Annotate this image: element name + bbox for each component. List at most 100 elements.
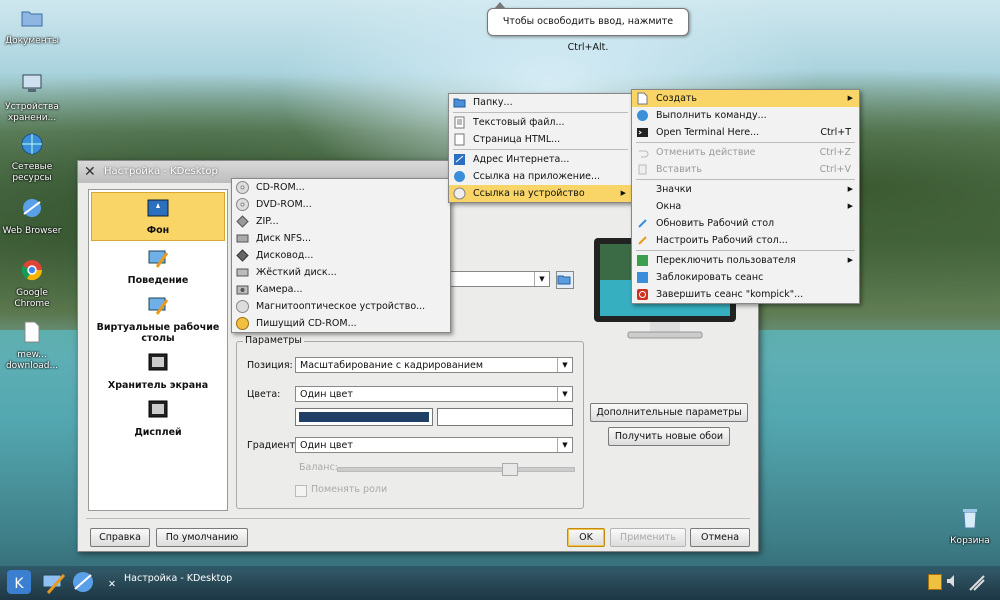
menu-item-label: Папку... <box>473 97 513 108</box>
cancel-button[interactable]: Отмена <box>690 528 750 547</box>
menu-separator <box>636 142 855 143</box>
menu-item-paste[interactable]: Вставить Ctrl+V <box>632 161 859 178</box>
menu-item-camera[interactable]: Камера... <box>232 281 450 298</box>
position-label: Позиция: <box>247 360 293 371</box>
menu-item-app-link[interactable]: Ссылка на приложение... <box>449 168 632 185</box>
browser-icon <box>23 199 41 217</box>
quick-launch-browser[interactable] <box>70 569 96 595</box>
apply-button[interactable]: Применить <box>610 528 686 547</box>
browse-folder-button[interactable] <box>556 271 574 289</box>
menu-item-label: Выполнить команду... <box>656 110 767 121</box>
terminal-icon <box>637 128 648 137</box>
desktop-icon-label: Устройства хранени... <box>5 102 59 123</box>
new-file-icon <box>637 92 648 105</box>
menu-item-icons[interactable]: Значки ▶ <box>632 181 859 198</box>
menu-item-label: Настроить Рабочий стол... <box>656 235 788 246</box>
menu-item-open-terminal[interactable]: Open Terminal Here... Ctrl+T <box>632 124 859 141</box>
desktop-icon-chrome[interactable]: Google Chrome <box>2 258 62 310</box>
menu-item-windows[interactable]: Окна ▶ <box>632 198 859 215</box>
get-new-wallpapers-button[interactable]: Получить новые обои <box>608 427 730 446</box>
balance-slider[interactable] <box>337 463 575 476</box>
cdrom-icon <box>236 181 249 194</box>
kde-window-icon[interactable]: ✕ <box>84 164 96 180</box>
menu-item-text-file[interactable]: Текстовый файл... <box>449 114 632 131</box>
ok-button[interactable]: OK <box>567 528 605 547</box>
swap-roles-checkbox[interactable] <box>295 485 307 497</box>
menu-item-mo[interactable]: Магнитооптическое устройство... <box>232 298 450 315</box>
menu-item-undo[interactable]: Отменить действие Ctrl+Z <box>632 144 859 161</box>
desktop-icon-web-browser[interactable]: Web Browser <box>2 196 62 237</box>
volume-icon[interactable] <box>946 574 958 588</box>
gradient-select-value: Один цвет <box>300 440 353 451</box>
category-behavior[interactable]: Поведение <box>89 243 227 290</box>
gradient-label: Градиент: <box>247 440 299 451</box>
position-select[interactable]: Масштабирование с кадрированием ▼ <box>295 357 573 373</box>
menu-item-create[interactable]: Создать ▶ <box>632 90 859 107</box>
desktop-icon-trash[interactable]: Корзина <box>940 506 1000 547</box>
button-bar-divider <box>86 518 750 519</box>
taskbar-task-kdesktop[interactable]: ✕ Настройка - KDesktop <box>108 568 232 590</box>
menu-item-floppy[interactable]: Дисковод... <box>232 247 450 264</box>
behavior-icon <box>148 250 169 268</box>
desktop-icon-file[interactable]: mew... download... <box>2 320 62 372</box>
menu-item-label: Ссылка на устройство <box>473 188 585 199</box>
category-background[interactable]: Фон <box>91 192 225 241</box>
menu-item-label: Диск NFS... <box>256 233 312 244</box>
computer-icon <box>22 74 42 92</box>
desktop-icon-network[interactable]: Сетевые ресурсы <box>2 132 62 184</box>
category-display[interactable]: Дисплей <box>89 395 227 442</box>
gradient-select[interactable]: Один цвет ▼ <box>295 437 573 453</box>
menu-item-lock-session[interactable]: Заблокировать сеанс <box>632 269 859 286</box>
menu-item-configure-desktop[interactable]: Настроить Рабочий стол... <box>632 232 859 249</box>
desktop-icon-documents[interactable]: Документы <box>2 6 62 47</box>
folder-icon <box>21 11 43 27</box>
submenu-arrow-icon: ▶ <box>847 256 853 264</box>
kde-menu-button[interactable]: K <box>6 569 32 595</box>
menu-item-run-command[interactable]: Выполнить команду... <box>632 107 859 124</box>
menu-item-switch-user[interactable]: Переключить пользователя ▶ <box>632 252 859 269</box>
menu-item-label: Дисковод... <box>256 250 314 261</box>
menu-item-zip[interactable]: ZIP... <box>232 213 450 230</box>
desktop-context-menu: Создать ▶ Выполнить команду... Open Termi… <box>631 89 860 304</box>
colors-select[interactable]: Один цвет ▼ <box>295 386 573 402</box>
menu-item-hdd[interactable]: Жёсткий диск... <box>232 264 450 281</box>
help-button[interactable]: Справка <box>90 528 150 547</box>
menu-item-refresh-desktop[interactable]: Обновить Рабочий стол <box>632 215 859 232</box>
floppy-icon <box>236 249 249 262</box>
color1-button[interactable] <box>295 408 433 426</box>
quick-launch-configure[interactable] <box>40 569 66 595</box>
menu-item-html-page[interactable]: Страница HTML... <box>449 131 632 148</box>
chevron-down-icon: ▼ <box>557 387 572 401</box>
speaker-icon <box>947 575 954 587</box>
keyboard-layout-icon[interactable] <box>928 574 942 590</box>
menu-item-logout[interactable]: Завершить сеанс "kompick"... <box>632 286 859 303</box>
virtual-desktops-icon <box>148 297 169 315</box>
menu-item-dvdrom[interactable]: DVD-ROM... <box>232 196 450 213</box>
menu-item-nfs[interactable]: Диск NFS... <box>232 230 450 247</box>
refresh-desktop-icon <box>638 219 647 228</box>
chevron-down-icon: ▼ <box>534 272 549 286</box>
category-virtual-desktops[interactable]: Виртуальные рабочие столы <box>89 290 227 348</box>
menu-item-device-link[interactable]: Ссылка на устройство ▶ <box>449 185 632 202</box>
category-screensaver[interactable]: Хранитель экрана <box>89 348 227 395</box>
system-tray-clock-icon[interactable] <box>966 572 992 594</box>
taskbar: K ✕ Настройка - KDesktop <box>0 566 1000 600</box>
menu-item-internet-address[interactable]: Адрес Интернета... <box>449 151 632 168</box>
html-file-icon <box>454 133 465 146</box>
submenu-arrow-icon: ▶ <box>847 185 853 193</box>
wallpaper-file-combo[interactable]: ▼ <box>450 271 550 287</box>
balance-slider-handle[interactable] <box>502 463 518 476</box>
menu-item-cd-writer[interactable]: Пишущий CD-ROM... <box>232 315 450 332</box>
desktop-icon-storage[interactable]: Устройства хранени... <box>2 72 62 124</box>
logout-icon <box>637 289 648 300</box>
desktop-icon-label: Корзина <box>950 536 990 546</box>
menu-item-folder[interactable]: Папку... <box>449 94 632 111</box>
advanced-options-button[interactable]: Дополнительные параметры <box>590 403 748 422</box>
camera-icon <box>236 285 249 295</box>
position-select-value: Масштабирование с кадрированием <box>300 360 484 371</box>
app-link-icon <box>454 171 465 182</box>
color2-button[interactable] <box>437 408 573 426</box>
menu-item-cdrom[interactable]: CD-ROM... <box>232 179 450 196</box>
submenu-arrow-icon: ▶ <box>847 94 853 102</box>
defaults-button[interactable]: По умолчанию <box>156 528 248 547</box>
